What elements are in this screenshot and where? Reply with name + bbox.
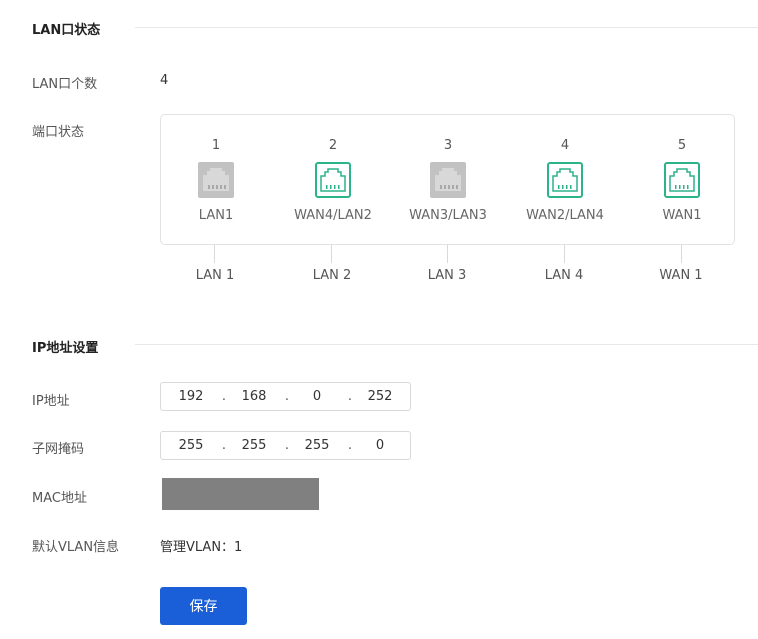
mac-label: MAC地址 [32, 491, 87, 506]
port-number: 1 [211, 138, 221, 153]
port-connector-line [214, 245, 215, 263]
vlan-value: 管理VLAN：1 [160, 540, 243, 555]
ethernet-port-active-icon [315, 162, 351, 198]
subnet-mask-input[interactable]: 255 . 255 . 255 . 0 [160, 431, 411, 460]
ip-separator: . [221, 389, 227, 404]
port-status-panel: 1 LAN1 2 WAN4/LAN2 3 WAN3/LAN3 4 WAN2/LA… [160, 114, 735, 245]
ip-octet[interactable]: 252 [360, 389, 400, 404]
ip-separator: . [284, 438, 290, 453]
subnet-mask-label: 子网掩码 [32, 442, 85, 457]
mask-octet[interactable]: 0 [360, 438, 400, 453]
ip-octet[interactable]: 192 [171, 389, 211, 404]
ip-section-title: IP地址设置 [32, 341, 99, 356]
port-number: 2 [328, 138, 338, 153]
port-connector-line [331, 245, 332, 263]
ip-octet[interactable]: 168 [234, 389, 274, 404]
mask-octet[interactable]: 255 [297, 438, 337, 453]
mac-address-redacted [162, 478, 319, 510]
port-number: 4 [560, 138, 570, 153]
ethernet-port-inactive-icon [198, 162, 234, 198]
ip-separator: . [347, 389, 353, 404]
section-divider [135, 27, 758, 28]
ethernet-port-active-icon [664, 162, 700, 198]
mask-octet[interactable]: 255 [234, 438, 274, 453]
vlan-label: 默认VLAN信息 [32, 540, 120, 555]
port-name: WAN3/LAN3 [409, 208, 487, 223]
lan-count-label: LAN口个数 [32, 77, 98, 92]
port-connector-line [681, 245, 682, 263]
port-number: 5 [677, 138, 687, 153]
ip-separator: . [284, 389, 290, 404]
save-button[interactable]: 保存 [160, 587, 247, 625]
lan-section-title: LAN口状态 [32, 23, 101, 38]
ip-separator: . [221, 438, 227, 453]
port-name: WAN1 [662, 208, 702, 223]
ip-address-input[interactable]: 192 . 168 . 0 . 252 [160, 382, 411, 411]
port-connector-line [447, 245, 448, 263]
port-number: 3 [443, 138, 453, 153]
port-label: WAN 1 [659, 268, 703, 283]
lan-count-value: 4 [160, 73, 169, 88]
port-status-label: 端口状态 [32, 125, 85, 140]
port-name: WAN2/LAN4 [526, 208, 604, 223]
ethernet-port-active-icon [547, 162, 583, 198]
ip-label: IP地址 [32, 394, 70, 409]
mask-octet[interactable]: 255 [171, 438, 211, 453]
ethernet-port-inactive-icon [430, 162, 466, 198]
port-name: LAN1 [198, 208, 234, 223]
port-label: LAN 4 [544, 268, 584, 283]
ip-separator: . [347, 438, 353, 453]
ip-octet[interactable]: 0 [297, 389, 337, 404]
port-name: WAN4/LAN2 [294, 208, 372, 223]
port-connector-line [564, 245, 565, 263]
port-label: LAN 2 [312, 268, 352, 283]
port-label: LAN 3 [427, 268, 467, 283]
port-label: LAN 1 [195, 268, 235, 283]
section-divider [135, 344, 758, 345]
